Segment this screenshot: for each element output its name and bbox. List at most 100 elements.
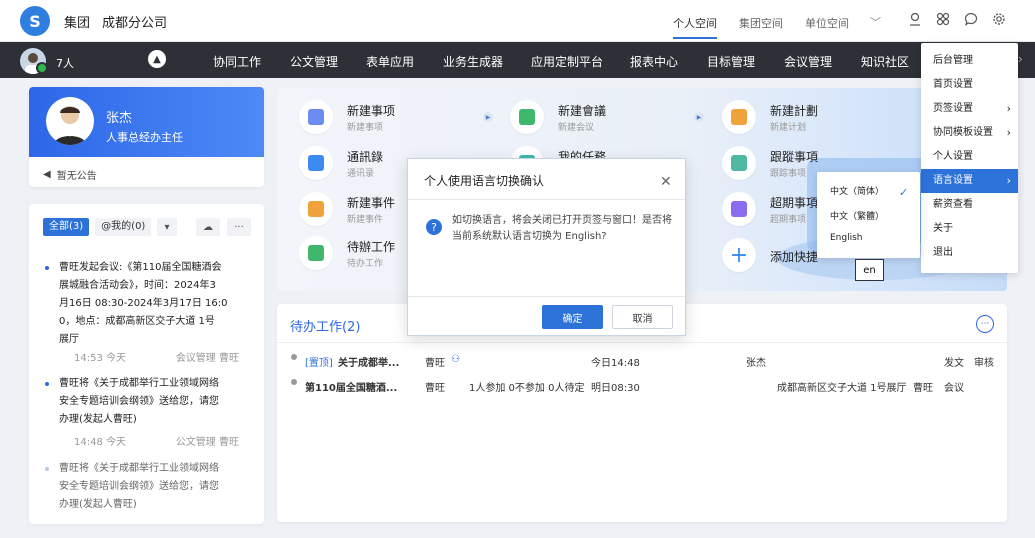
menu-item-about[interactable]: 关于 — [921, 217, 1018, 241]
filter-dropdown-icon[interactable]: ▾ — [157, 218, 177, 236]
user-icon: ⚇ — [451, 354, 460, 365]
todo-icon — [299, 236, 333, 270]
menu-item-salary[interactable]: 薪资查看 — [921, 193, 1018, 217]
menu-item-logout[interactable]: 退出 — [921, 241, 1018, 265]
settings-menu: 后台管理 首页设置 页签设置 › 协同模板设置 › 个人设置 语言设置 › 薪资查看 … — [921, 43, 1018, 273]
plus-icon: + — [722, 238, 756, 272]
user-name: 张杰 — [106, 111, 133, 126]
event-icon — [299, 192, 333, 226]
notice-text: 暂无公告 — [56, 171, 97, 182]
nav-item-knowledge[interactable]: 知识社区 — [861, 53, 909, 70]
bullet-icon — [291, 379, 297, 385]
tab-mentions[interactable]: @我的(0) — [95, 218, 152, 236]
feed-tabs: 全部(3) @我的(0) — [43, 218, 152, 236]
nav-item-meetings[interactable]: 会议管理 — [784, 53, 832, 70]
menu-item-template-settings[interactable]: 协同模板设置 › — [921, 121, 1018, 145]
question-icon: ? — [426, 219, 442, 235]
meeting-icon — [510, 100, 544, 134]
plan-icon — [722, 100, 756, 134]
dialog-message: 如切换语言，将会关闭已打开页签与窗口！是否将当前系统默认语言切换为 Englis… — [452, 215, 672, 242]
notice-bar: ◀ 暂无公告 — [43, 167, 97, 182]
todo-title[interactable]: 待办工作(2) — [290, 316, 360, 335]
dialog-title: 个人使用语言切换确认 — [424, 174, 545, 188]
check-icon: ✓ — [899, 186, 909, 199]
list-item[interactable]: 曹旺发起会议:《第110届全国糖酒会 展城融合活动会》，时间：2024年3 月1… — [45, 259, 234, 349]
nav-item-business-generator[interactable]: 业务生成器 — [443, 53, 503, 70]
bullet-icon — [45, 266, 49, 270]
avatar[interactable] — [46, 97, 94, 145]
nav-item-goals[interactable]: 目标管理 — [707, 53, 755, 70]
top-icons — [907, 11, 1007, 27]
menu-item-admin[interactable]: 后台管理 — [921, 49, 1018, 73]
user-location-icon[interactable] — [907, 11, 923, 27]
table-row[interactable]: 第110届全国糖酒... 曹旺 1人参加 0不参加 0人待定 明日08:30 成… — [291, 379, 1001, 395]
message-icon[interactable] — [963, 11, 979, 27]
divider — [408, 199, 685, 200]
language-option-zh-tw[interactable]: 中文（繁體） — [830, 209, 884, 222]
chevron-right-icon: › — [1006, 102, 1011, 115]
close-icon[interactable]: ✕ — [660, 174, 672, 190]
language-submenu: 中文（简体） ✓ 中文（繁體） English — [817, 172, 920, 258]
nav-item-app-platform[interactable]: 应用定制平台 — [531, 53, 603, 70]
quick-item-new-item[interactable]: 新建事项 新建事项 ▶ — [299, 100, 493, 140]
activity-feed: 全部(3) @我的(0) ▾ ☁ ··· 曹旺发起会议:《第110届全国糖酒会 … — [29, 204, 264, 524]
list-item-meta: 14:53 今天 会议管理 曹旺 — [74, 353, 239, 364]
overdue-icon — [722, 192, 756, 226]
menu-item-personal-settings[interactable]: 个人设置 — [921, 145, 1018, 169]
table-row[interactable]: [置顶] 关于成都举... 曹旺 ⚇ 今日14:48 张杰 发文 审核 — [291, 354, 1001, 370]
nav-item-forms[interactable]: 表单应用 — [366, 53, 414, 70]
org-branch[interactable]: 成都分公司 — [102, 12, 167, 31]
top-bar: S 集团 成都分公司 个人空间 集团空间 单位空间 ﹀ — [0, 0, 1035, 42]
list-item[interactable]: 曹旺将《关于成都举行工业领域网络 安全专题培训会纲领》送给您，请您 办理(发起人… — [45, 460, 234, 514]
gear-icon[interactable] — [991, 11, 1007, 27]
list-item[interactable]: 曹旺将《关于成都举行工业领域网络 安全专题培训会纲领》送给您，请您 办理(发起人… — [45, 375, 234, 429]
user-role: 人事总经办主任 — [106, 131, 183, 144]
bullet-icon — [45, 382, 49, 386]
bullet-icon — [45, 467, 49, 471]
online-check-icon — [36, 62, 48, 74]
play-icon: ▶ — [483, 112, 493, 122]
company-logo: S — [20, 6, 50, 36]
chevron-right-icon: › — [1006, 174, 1011, 187]
more-icon[interactable]: ··· — [227, 218, 251, 236]
tracking-icon — [722, 146, 756, 180]
confirm-button[interactable]: 确定 — [542, 305, 603, 329]
todo-panel: 待办工作(2) ··· [置顶] 关于成都举... 曹旺 ⚇ 今日14:48 张… — [277, 304, 1007, 522]
space-tabs: 个人空间 集团空间 单位空间 — [673, 15, 871, 39]
play-icon: ▶ — [694, 112, 704, 122]
language-option-zh-cn[interactable]: 中文（简体） — [830, 184, 884, 197]
chevron-right-icon[interactable]: › — [1018, 52, 1023, 66]
user-card-header: 张杰 人事总经办主任 — [29, 87, 264, 157]
language-tooltip: en — [855, 259, 884, 281]
divider — [408, 296, 685, 297]
menu-item-home-settings[interactable]: 首页设置 — [921, 73, 1018, 97]
tab-all[interactable]: 全部(3) — [43, 218, 90, 236]
nav-item-reports[interactable]: 报表中心 — [630, 53, 678, 70]
tab-personal-space[interactable]: 个人空间 — [673, 15, 717, 39]
speaker-icon: ◀ — [43, 169, 51, 180]
member-count[interactable]: 7人 — [56, 55, 74, 71]
bullet-icon — [291, 354, 297, 360]
language-confirm-dialog: 个人使用语言切换确认 ✕ ? 如切换语言，将会关闭已打开页签与窗口！是否将当前系… — [407, 158, 686, 336]
nav-item-collaboration[interactable]: 协同工作 — [213, 53, 261, 70]
language-option-en[interactable]: English — [830, 233, 863, 243]
quick-item-new-plan[interactable]: 新建計劃 新建计划 — [722, 100, 902, 140]
tab-group-space[interactable]: 集团空间 — [739, 15, 783, 39]
divider — [277, 342, 1007, 343]
menu-item-tab-settings[interactable]: 页签设置 › — [921, 97, 1018, 121]
tab-unit-space[interactable]: 单位空间 — [805, 15, 849, 39]
chevron-down-icon[interactable]: ﹀ — [870, 14, 881, 30]
main-nav: 7人 ▲ 协同工作 公文管理 表单应用 业务生成器 应用定制平台 报表中心 目标… — [0, 42, 1035, 78]
cloud-icon[interactable]: ☁ — [196, 218, 220, 236]
more-icon[interactable]: ··· — [976, 315, 994, 333]
cancel-button[interactable]: 取消 — [612, 305, 673, 329]
list-item-meta: 14:48 今天 公文管理 曹旺 — [74, 437, 239, 448]
apps-icon[interactable] — [935, 11, 951, 27]
quick-item-new-meeting[interactable]: 新建會議 新建会议 ▶ — [510, 100, 704, 140]
nav-logo-icon[interactable]: ▲ — [148, 50, 166, 68]
menu-item-language[interactable]: 语言设置 › — [921, 169, 1018, 193]
nav-item-documents[interactable]: 公文管理 — [290, 53, 338, 70]
org-group: 集团 — [64, 16, 91, 31]
document-icon — [299, 100, 333, 134]
user-card: 张杰 人事总经办主任 ◀ 暂无公告 — [29, 87, 264, 187]
